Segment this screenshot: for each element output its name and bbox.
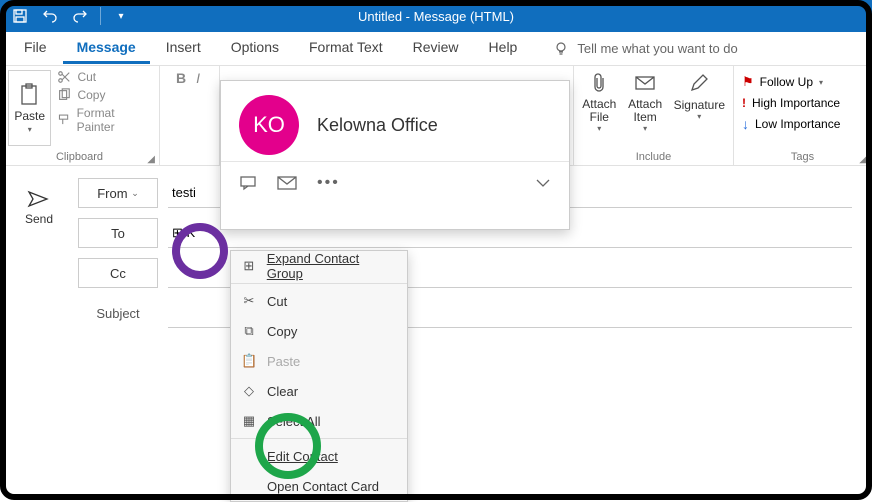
ctx-copy[interactable]: ⧉ Copy: [231, 316, 407, 346]
group-clipboard: Paste ▾ Cut Copy Format Painter Clipboar…: [0, 66, 160, 165]
window-title: Untitled - Message (HTML): [358, 9, 514, 24]
save-icon[interactable]: [6, 2, 34, 30]
dialog-launcher-icon[interactable]: ◢: [147, 154, 155, 165]
avatar: KO: [239, 95, 299, 155]
tell-me-label: Tell me what you want to do: [577, 41, 737, 56]
tab-file[interactable]: File: [10, 33, 61, 64]
contact-hover-card: KO Kelowna Office •••: [220, 80, 570, 230]
qat-customize-icon[interactable]: ▾: [107, 2, 135, 30]
low-importance-button[interactable]: ↓ Low Importance: [742, 116, 863, 132]
chevron-down-icon[interactable]: [535, 178, 551, 188]
cut-button[interactable]: Cut: [57, 70, 151, 84]
group-basic-text: B I: [160, 66, 220, 165]
high-importance-button[interactable]: ! High Importance: [742, 96, 863, 110]
exclamation-icon: !: [742, 96, 746, 110]
ctx-clear[interactable]: ◇ Clear: [231, 376, 407, 406]
signature-button[interactable]: Signature ▾: [674, 70, 725, 133]
select-all-icon: ▦: [241, 413, 257, 429]
italic-button[interactable]: I: [196, 70, 200, 86]
tab-format-text[interactable]: Format Text: [295, 33, 397, 64]
context-menu: ⊞ Expand Contact Group ✂ Cut ⧉ Copy 📋 Pa…: [230, 250, 408, 502]
bold-button[interactable]: B: [176, 70, 186, 86]
copy-icon: [57, 88, 71, 102]
expand-icon: ⊞: [241, 258, 257, 274]
from-button[interactable]: From ⌄: [78, 178, 158, 208]
group-tags: ⚑ Follow Up ▾ ! High Importance ↓ Low Im…: [734, 66, 872, 165]
envelope-icon: [634, 74, 656, 92]
tab-review[interactable]: Review: [399, 33, 473, 64]
ctx-open-contact-card[interactable]: Open Contact Card: [231, 471, 407, 501]
mail-icon[interactable]: [277, 176, 297, 190]
attach-item-button[interactable]: Attach Item ▾: [627, 70, 664, 133]
chat-icon[interactable]: [239, 175, 257, 191]
eraser-icon: ◇: [241, 383, 257, 399]
include-group-title: Include: [582, 151, 725, 163]
paintbrush-icon: [57, 113, 70, 127]
lightbulb-icon: [553, 41, 569, 57]
to-button[interactable]: To: [78, 218, 158, 248]
ctx-cut[interactable]: ✂ Cut: [231, 286, 407, 316]
more-icon[interactable]: •••: [317, 174, 340, 192]
tab-insert[interactable]: Insert: [152, 33, 215, 64]
copy-button[interactable]: Copy: [57, 88, 151, 102]
tags-group-title: Tags◢: [742, 151, 863, 163]
quick-access-toolbar: ▾: [6, 2, 135, 30]
send-icon: [27, 190, 51, 208]
group-include: Attach File ▾ Attach Item ▾ Signature ▾ …: [574, 66, 734, 165]
scissors-icon: ✂: [241, 293, 257, 309]
annotation-circle-purple: [172, 223, 228, 279]
contact-name: Kelowna Office: [317, 115, 438, 136]
clipboard-group-title: Clipboard◢: [8, 151, 151, 163]
tab-message[interactable]: Message: [63, 33, 150, 64]
paste-icon: 📋: [241, 353, 257, 369]
tab-help[interactable]: Help: [475, 33, 532, 64]
copy-icon: ⧉: [241, 323, 257, 339]
paste-icon: [19, 83, 41, 107]
flag-icon: ⚑: [742, 74, 754, 90]
undo-icon[interactable]: [36, 2, 64, 30]
title-bar: ▾ Untitled - Message (HTML): [0, 0, 872, 32]
ctx-paste: 📋 Paste: [231, 346, 407, 376]
cc-button[interactable]: Cc: [78, 258, 158, 288]
ribbon-tabs: File Message Insert Options Format Text …: [0, 32, 872, 66]
ctx-expand-group[interactable]: ⊞ Expand Contact Group: [231, 251, 407, 281]
follow-up-button[interactable]: ⚑ Follow Up ▾: [742, 74, 863, 90]
down-arrow-icon: ↓: [742, 116, 749, 132]
pen-icon: [689, 73, 709, 93]
annotation-circle-green: [255, 413, 321, 479]
attach-file-button[interactable]: Attach File ▾: [582, 70, 617, 133]
paperclip-icon: [589, 72, 609, 94]
dialog-launcher-icon[interactable]: ◢: [859, 154, 867, 165]
tell-me-search[interactable]: Tell me what you want to do: [553, 41, 737, 57]
redo-icon[interactable]: [66, 2, 94, 30]
format-painter-button[interactable]: Format Painter: [57, 106, 151, 134]
tab-options[interactable]: Options: [217, 33, 293, 64]
paste-label: Paste: [14, 109, 45, 123]
send-button[interactable]: Send: [25, 190, 53, 226]
paste-button[interactable]: Paste ▾: [8, 70, 51, 146]
subject-label: Subject: [78, 306, 158, 321]
scissors-icon: [57, 70, 71, 84]
